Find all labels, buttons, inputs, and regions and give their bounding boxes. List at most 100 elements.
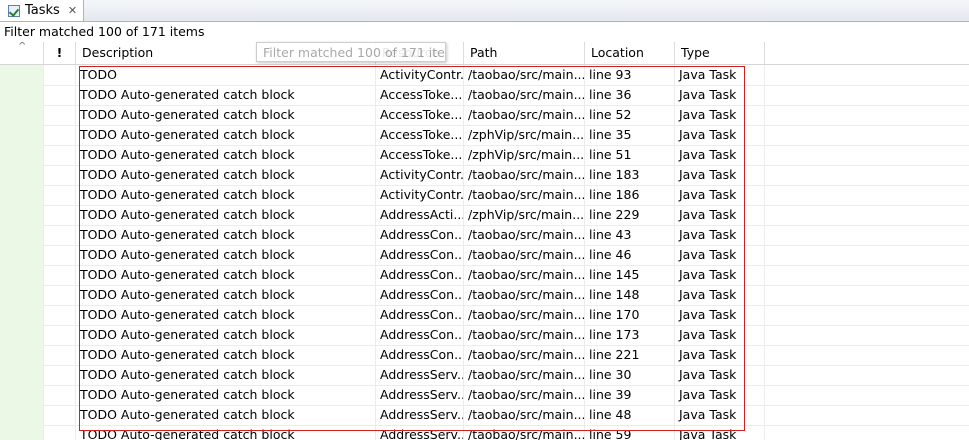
type-cell: Java Task [675,65,765,85]
table-row[interactable]: TODO Auto-generated catch block ActivityC… [0,165,969,186]
column-header-location[interactable]: Location [585,42,675,64]
location-cell: line 93 [585,65,675,85]
table-header: ^ ! Description Resource Path Location T… [0,42,969,65]
sort-ascending-icon: ^ [18,42,27,52]
table-row[interactable]: TODO ActivityContr.../taobao/src/main... l… [0,65,969,86]
priority-cell [44,365,76,385]
path-cell: /taobao/src/main... [464,345,585,365]
location-cell: line 145 [585,265,675,285]
path-cell: /zphVip/src/main... [464,125,585,145]
tab-label: Tasks [25,3,60,18]
priority-cell [44,105,76,125]
resource-cell: ActivityContr... [376,65,464,85]
priority-cell [44,165,76,185]
description-cell: TODO Auto-generated catch block [76,145,376,165]
table-row[interactable]: TODO Auto-generated catch block AddressCo… [0,325,969,346]
tasks-table: ^ ! Description Resource Path Location T… [0,42,969,440]
tab-tasks[interactable]: Tasks ✕ [0,0,84,21]
path-cell: /taobao/src/main... [464,365,585,385]
done-cell [0,105,44,125]
description-cell: TODO Auto-generated catch block [76,385,376,405]
table-row[interactable]: TODO Auto-generated catch block AddressSe… [0,425,969,440]
table-row[interactable]: TODO Auto-generated catch block AddressCo… [0,225,969,246]
type-cell: Java Task [675,345,765,365]
description-cell: TODO [76,65,376,85]
table-row[interactable]: TODO Auto-generated catch block AddressCo… [0,265,969,286]
column-header-path[interactable]: Path [464,42,585,64]
resource-cell: AddressCon... [376,305,464,325]
path-cell: /taobao/src/main... [464,325,585,345]
description-cell: TODO Auto-generated catch block [76,325,376,345]
path-cell: /zphVip/src/main... [464,145,585,165]
table-row[interactable]: TODO Auto-generated catch block AddressSe… [0,385,969,406]
done-cell [0,205,44,225]
table-row[interactable]: TODO Auto-generated catch block AddressSe… [0,405,969,426]
resource-cell: AccessToke... [376,85,464,105]
done-cell [0,345,44,365]
column-header-priority[interactable]: ! [44,42,76,64]
priority-cell [44,305,76,325]
description-cell: TODO Auto-generated catch block [76,85,376,105]
path-cell: /taobao/src/main... [464,305,585,325]
description-cell: TODO Auto-generated catch block [76,265,376,285]
location-cell: line 48 [585,405,675,425]
path-cell: /taobao/src/main... [464,165,585,185]
priority-cell [44,245,76,265]
type-cell: Java Task [675,385,765,405]
done-cell [0,225,44,245]
view-tab-bar: Tasks ✕ [0,0,969,22]
type-cell: Java Task [675,425,765,440]
table-row[interactable]: TODO Auto-generated catch block AddressAc… [0,205,969,226]
done-cell [0,185,44,205]
type-cell: Java Task [675,105,765,125]
priority-cell [44,345,76,365]
priority-cell [44,125,76,145]
resource-cell: AddressCon... [376,225,464,245]
table-row[interactable]: TODO Auto-generated catch block AddressCo… [0,245,969,266]
description-cell: TODO Auto-generated catch block [76,225,376,245]
table-row[interactable]: TODO Auto-generated catch block AccessTok… [0,85,969,106]
done-cell [0,245,44,265]
column-header-done[interactable]: ^ [0,42,44,64]
column-header-type[interactable]: Type [675,42,765,64]
resource-cell: AccessToke... [376,145,464,165]
filter-status-text: Filter matched 100 of 171 items [4,24,205,39]
type-cell: Java Task [675,405,765,425]
type-cell: Java Task [675,285,765,305]
description-cell: TODO Auto-generated catch block [76,185,376,205]
type-cell: Java Task [675,85,765,105]
resource-cell: AddressCon... [376,285,464,305]
priority-cell [44,205,76,225]
location-cell: line 186 [585,185,675,205]
table-row[interactable]: TODO Auto-generated catch block AccessTok… [0,125,969,146]
type-cell: Java Task [675,265,765,285]
resource-cell: AddressActi... [376,205,464,225]
table-row[interactable]: TODO Auto-generated catch block ActivityC… [0,185,969,206]
done-cell [0,305,44,325]
priority-cell [44,325,76,345]
priority-cell [44,65,76,85]
close-icon[interactable]: ✕ [68,4,77,17]
type-cell: Java Task [675,205,765,225]
location-cell: line 43 [585,225,675,245]
path-cell: /taobao/src/main... [464,85,585,105]
path-cell: /taobao/src/main... [464,65,585,85]
description-cell: TODO Auto-generated catch block [76,205,376,225]
table-row[interactable]: TODO Auto-generated catch block AccessTok… [0,145,969,166]
description-cell: TODO Auto-generated catch block [76,345,376,365]
resource-cell: AddressCon... [376,345,464,365]
type-cell: Java Task [675,145,765,165]
priority-cell [44,385,76,405]
table-row[interactable]: TODO Auto-generated catch block AddressCo… [0,285,969,306]
location-cell: line 36 [585,85,675,105]
description-cell: TODO Auto-generated catch block [76,245,376,265]
tasks-icon [8,4,20,17]
location-cell: line 170 [585,305,675,325]
table-row[interactable]: TODO Auto-generated catch block AccessTok… [0,105,969,126]
done-cell [0,405,44,425]
table-row[interactable]: TODO Auto-generated catch block AddressCo… [0,305,969,326]
done-cell [0,125,44,145]
table-row[interactable]: TODO Auto-generated catch block AddressSe… [0,365,969,386]
location-cell: line 35 [585,125,675,145]
table-row[interactable]: TODO Auto-generated catch block AddressCo… [0,345,969,366]
